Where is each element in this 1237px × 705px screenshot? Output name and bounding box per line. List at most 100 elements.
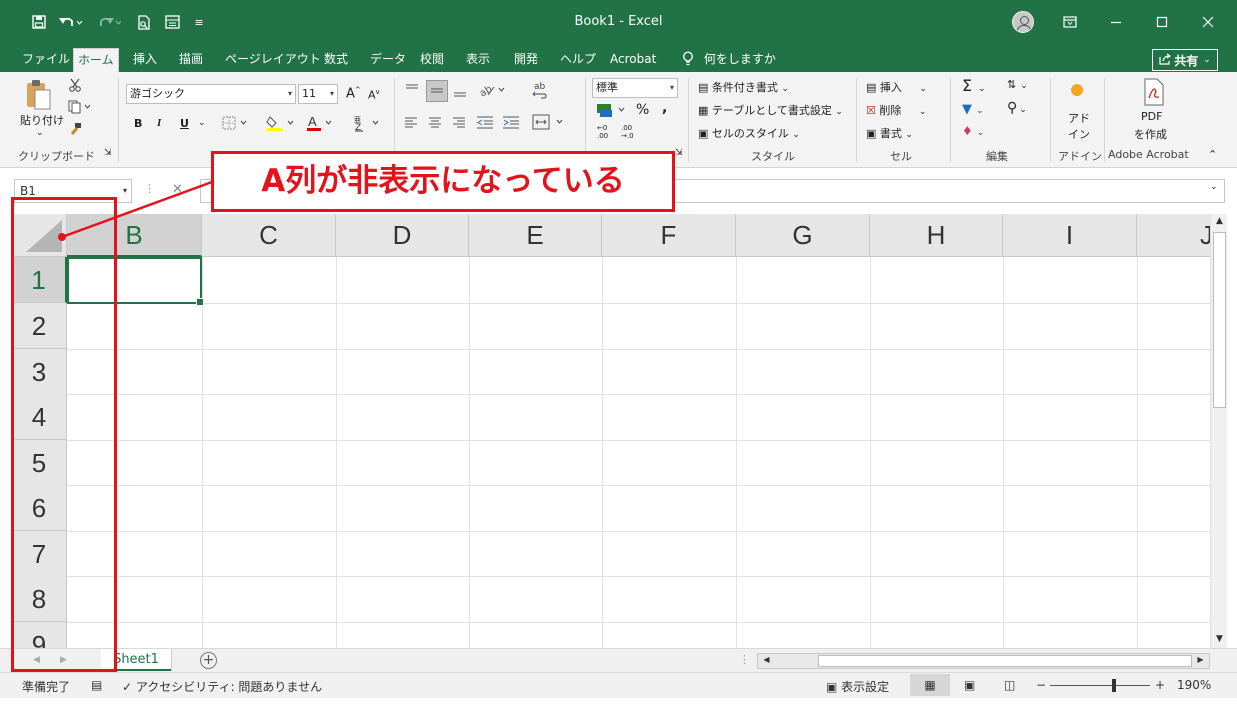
align-top-icon[interactable] [404, 82, 420, 99]
save-icon[interactable] [28, 12, 50, 32]
worksheet-grid[interactable]: B C D E F G H I J 1 2 3 4 5 6 7 8 9 [12, 214, 1210, 648]
name-box[interactable]: B1 ▾ [14, 179, 132, 203]
close-icon[interactable] [1185, 8, 1231, 36]
font-size-combo[interactable]: 11 ▾ [298, 84, 338, 104]
tab-page-layout[interactable]: ページレイアウト [221, 48, 325, 72]
align-middle-icon[interactable] [426, 80, 448, 105]
row-header-4[interactable]: 4 [12, 394, 67, 440]
column-header-i[interactable]: I [1003, 214, 1137, 257]
customize-qat-icon[interactable]: ≡ [192, 12, 206, 32]
scroll-down-icon[interactable]: ▼ [1212, 634, 1227, 644]
scroll-up-icon[interactable]: ▲ [1212, 216, 1227, 226]
tab-view[interactable]: 表示 [462, 48, 494, 72]
increase-font-icon[interactable]: A^ [346, 86, 361, 101]
previous-sheet-icon[interactable]: ◀ [33, 655, 40, 665]
scroll-right-icon[interactable]: ▶ [1193, 655, 1208, 664]
increase-indent-icon[interactable] [502, 115, 520, 132]
phonetic-guide-icon[interactable]: 亜Z [354, 114, 384, 135]
decrease-decimal-icon[interactable]: .00 →.0 [621, 124, 634, 140]
column-header-c[interactable]: C [202, 214, 336, 257]
fill-icon[interactable]: ▼ ⌄ [962, 102, 984, 117]
redo-icon[interactable] [94, 12, 126, 32]
percent-style-icon[interactable]: % [636, 102, 649, 118]
copy-icon[interactable] [68, 100, 91, 117]
clear-icon[interactable]: ♦ ⌄ [962, 124, 984, 138]
collapse-ribbon-icon[interactable]: ⌃ [1208, 148, 1217, 161]
paste-icon[interactable] [24, 78, 52, 115]
italic-button[interactable]: I [157, 117, 161, 129]
tab-home[interactable]: ホーム [73, 48, 119, 72]
form-icon[interactable] [162, 12, 182, 32]
row-header-3[interactable]: 3 [12, 349, 67, 395]
sort-filter-icon[interactable]: ⇅ ⌄ [1007, 78, 1028, 91]
create-pdf-label-line2[interactable]: を作成 [1134, 126, 1167, 142]
tab-data[interactable]: データ [366, 48, 410, 72]
column-header-e[interactable]: E [469, 214, 602, 257]
column-header-j[interactable]: J [1137, 214, 1210, 257]
align-right-icon[interactable] [452, 116, 466, 131]
horizontal-scroll-thumb[interactable] [818, 655, 1192, 667]
column-header-d[interactable]: D [336, 214, 469, 257]
number-format-combo[interactable]: 標準 ▾ [592, 78, 678, 98]
create-pdf-icon[interactable] [1142, 78, 1166, 109]
align-left-icon[interactable] [404, 116, 418, 131]
expand-formula-bar-icon[interactable]: ⌄ [1210, 182, 1218, 192]
row-header-9[interactable]: 9 [12, 622, 67, 648]
ribbon-display-options-icon[interactable] [1047, 8, 1093, 36]
row-header-1[interactable]: 1 [12, 257, 67, 303]
decrease-font-icon[interactable]: Av [368, 88, 380, 102]
chevron-down-icon[interactable]: ⌄ [198, 118, 206, 128]
fill-color-icon[interactable] [266, 114, 298, 135]
tab-review[interactable]: 校閲 [416, 48, 448, 72]
zoom-level[interactable]: 190% [1177, 678, 1211, 692]
paste-label[interactable]: 貼り付け [20, 112, 64, 128]
row-header-6[interactable]: 6 [12, 485, 67, 531]
zoom-slider-thumb[interactable] [1112, 679, 1116, 692]
column-header-b[interactable]: B [67, 214, 202, 257]
minimize-icon[interactable] [1093, 8, 1139, 36]
user-avatar-icon[interactable] [1012, 11, 1034, 33]
zoom-out-icon[interactable]: − [1036, 678, 1046, 692]
borders-icon[interactable] [222, 116, 250, 133]
dialog-launcher-icon[interactable]: ⇲ [675, 148, 683, 158]
tab-formulas[interactable]: 数式 [320, 48, 352, 72]
dialog-launcher-icon[interactable]: ⇲ [104, 148, 112, 158]
column-header-f[interactable]: F [602, 214, 736, 257]
addins-icon[interactable] [1071, 84, 1083, 96]
delete-cells-button[interactable]: ☒ 削除 ⌄ [866, 102, 926, 118]
horizontal-scrollbar[interactable]: ◀ ▶ [757, 653, 1210, 669]
autosum-icon[interactable]: Σ ⌄ [962, 76, 986, 95]
font-name-combo[interactable]: 游ゴシック ▾ [126, 84, 296, 104]
accessibility-status[interactable]: ✓ アクセシビリティ: 問題ありません [122, 678, 322, 695]
cell-styles-button[interactable]: ▣ セルのスタイル ⌄ [698, 125, 800, 141]
display-settings-button[interactable]: ▣ 表示設定 [826, 678, 889, 695]
zoom-in-icon[interactable]: + [1155, 678, 1165, 692]
tab-insert[interactable]: 挿入 [129, 48, 161, 72]
add-sheet-icon[interactable]: + [200, 652, 217, 669]
find-select-icon[interactable]: ⚲ ⌄ [1007, 100, 1027, 116]
insert-cells-button[interactable]: ▤ 挿入 ⌄ [866, 79, 927, 95]
scroll-left-icon[interactable]: ◀ [759, 655, 774, 664]
font-color-icon[interactable]: A [306, 114, 338, 135]
active-cell-b1[interactable] [67, 257, 204, 306]
format-painter-icon[interactable] [68, 122, 82, 139]
align-bottom-icon[interactable] [452, 85, 468, 102]
cancel-entry-icon[interactable]: ✕ [172, 182, 183, 197]
tab-acrobat[interactable]: Acrobat [606, 48, 660, 72]
comma-style-icon[interactable]: , [662, 100, 667, 116]
print-preview-icon[interactable] [134, 12, 154, 32]
next-sheet-icon[interactable]: ▶ [60, 655, 67, 665]
row-header-8[interactable]: 8 [12, 576, 67, 622]
select-all-button[interactable] [12, 214, 67, 257]
wrap-text-icon[interactable]: ab [532, 80, 548, 103]
cut-icon[interactable] [68, 78, 82, 95]
normal-view-icon[interactable]: ▦ [910, 674, 950, 696]
share-button[interactable]: 共有 ⌄ [1152, 49, 1218, 71]
merge-center-icon[interactable] [532, 114, 566, 133]
format-cells-button[interactable]: ▣ 書式 ⌄ [866, 125, 913, 141]
tab-split-grip-icon[interactable]: ⋮ [739, 653, 750, 666]
addins-label-line2[interactable]: イン [1068, 126, 1090, 142]
accounting-format-icon[interactable] [596, 102, 630, 121]
tell-me-search[interactable]: 何をしますか [682, 48, 776, 72]
addins-label-line1[interactable]: アド [1068, 110, 1090, 126]
